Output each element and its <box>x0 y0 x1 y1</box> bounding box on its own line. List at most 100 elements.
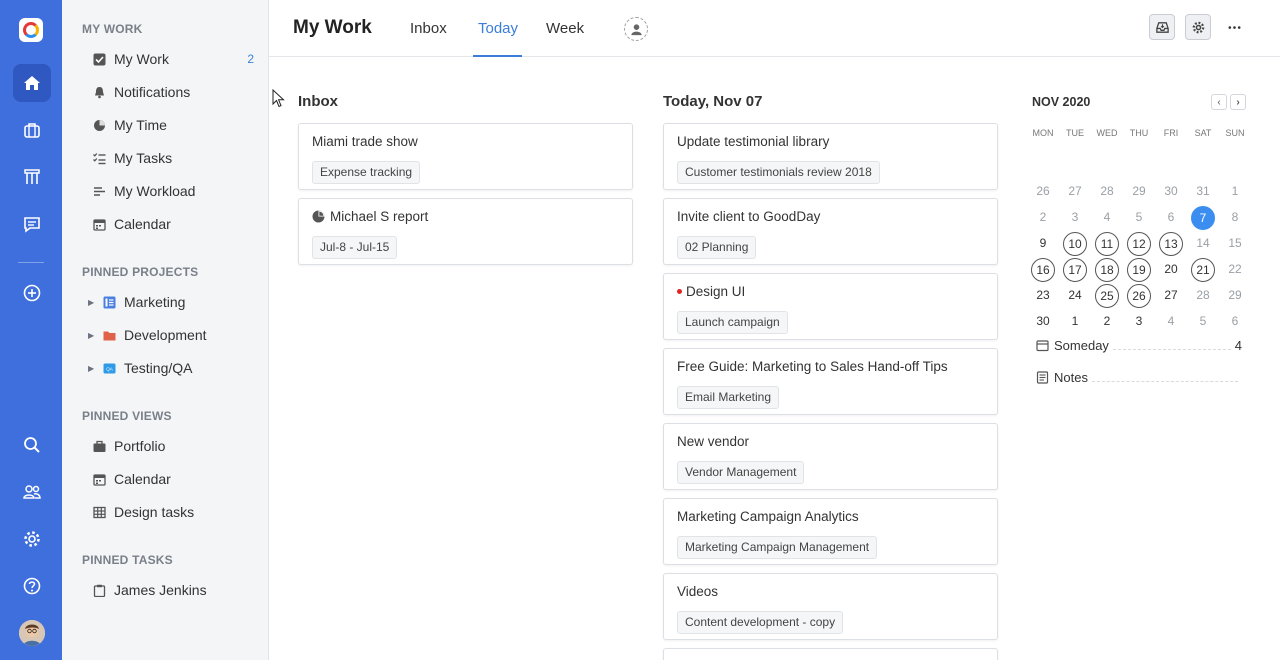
prev-month-button[interactable]: ‹ <box>1211 94 1227 110</box>
calendar-day[interactable]: 6 <box>1159 206 1183 230</box>
project-tag[interactable]: Content development - copy <box>677 611 844 634</box>
project-tag[interactable]: Customer testimonials review 2018 <box>677 161 880 184</box>
task-card[interactable]: Invite client to GoodDay 02 Planning <box>663 198 998 265</box>
sidebar-item-design-tasks[interactable]: Design tasks <box>82 499 262 525</box>
calendar-day[interactable]: 26 <box>1127 284 1151 308</box>
calendar-day[interactable]: 12 <box>1127 232 1151 256</box>
task-card[interactable]: Design UI Launch campaign <box>663 273 998 340</box>
calendar-day[interactable]: 18 <box>1095 258 1119 282</box>
someday-row[interactable]: Someday 4 <box>1036 334 1242 356</box>
calendar-day[interactable]: 21 <box>1191 258 1215 282</box>
sidebar-item-calendar-view[interactable]: Calendar <box>82 466 262 492</box>
calendar-day[interactable]: 27 <box>1159 284 1183 308</box>
app-logo[interactable] <box>19 18 43 42</box>
briefcase-icon[interactable] <box>13 111 51 149</box>
sidebar-item-portfolio[interactable]: Portfolio <box>82 433 262 459</box>
sidebar-item-testing-qa[interactable]: ▶ QA Testing/QA <box>82 355 262 381</box>
task-card[interactable]: Update testimonial library Customer test… <box>663 123 998 190</box>
sidebar-item-calendar[interactable]: Calendar <box>82 211 262 237</box>
tab-today[interactable]: Today <box>478 20 518 37</box>
calendar-day[interactable]: 26 <box>1031 180 1055 204</box>
calendar-day[interactable]: 5 <box>1127 206 1151 230</box>
sidebar-item-notifications[interactable]: Notifications <box>82 79 262 105</box>
home-icon[interactable] <box>13 64 51 102</box>
calendar-day[interactable]: 11 <box>1095 232 1119 256</box>
tab-inbox[interactable]: Inbox <box>410 20 447 37</box>
sidebar-item-development[interactable]: ▶ Development <box>82 322 262 348</box>
task-card[interactable]: Videos Content development - copy <box>663 573 998 640</box>
calendar-day[interactable]: 24 <box>1063 284 1087 308</box>
project-tag[interactable]: Expense tracking <box>312 161 421 184</box>
calendar-day[interactable]: 2 <box>1095 310 1119 334</box>
gear-icon[interactable] <box>13 520 51 558</box>
sidebar-item-my-tasks[interactable]: My Tasks <box>82 145 262 171</box>
calendar-day[interactable]: 4 <box>1095 206 1119 230</box>
calendar-day[interactable]: 10 <box>1063 232 1087 256</box>
expand-arrow-icon[interactable]: ▶ <box>88 331 98 340</box>
next-month-button[interactable]: › <box>1230 94 1246 110</box>
calendar-day[interactable]: 28 <box>1191 284 1215 308</box>
date-range-tag[interactable]: Jul-8 - Jul-15 <box>312 236 398 259</box>
plus-circle-icon[interactable] <box>13 274 51 312</box>
calendar-day[interactable]: 13 <box>1159 232 1183 256</box>
user-filter-button[interactable] <box>624 17 648 41</box>
project-tag[interactable]: Vendor Management <box>677 461 805 484</box>
sidebar-item-james-jenkins[interactable]: James Jenkins <box>82 577 262 603</box>
task-card[interactable]: Michael S report Jul-8 - Jul-15 <box>298 198 633 265</box>
calendar-day[interactable]: 31 <box>1191 180 1215 204</box>
calendar-day[interactable]: 25 <box>1095 284 1119 308</box>
sidebar-item-my-time[interactable]: My Time <box>82 112 262 138</box>
calendar-day[interactable]: 9 <box>1031 232 1055 256</box>
search-icon[interactable] <box>13 426 51 464</box>
more-options-button[interactable] <box>1221 14 1247 40</box>
calendar-day[interactable]: 2 <box>1031 206 1055 230</box>
calendar-day[interactable]: 15 <box>1223 232 1247 256</box>
notes-row[interactable]: Notes <box>1036 366 1242 388</box>
calendar-day[interactable]: 3 <box>1063 206 1087 230</box>
calendar-day[interactable]: 4 <box>1159 310 1183 334</box>
calendar-day[interactable]: 14 <box>1191 232 1215 256</box>
calendar-day[interactable]: 30 <box>1031 310 1055 334</box>
calendar-day[interactable]: 29 <box>1223 284 1247 308</box>
chat-icon[interactable] <box>13 205 51 243</box>
project-tag[interactable]: Email Marketing <box>677 386 780 409</box>
calendar-day[interactable]: 5 <box>1191 310 1215 334</box>
calendar-day[interactable]: 29 <box>1127 180 1151 204</box>
tab-week[interactable]: Week <box>546 20 584 37</box>
mouse-cursor-icon <box>272 89 285 108</box>
calendar-day[interactable]: 16 <box>1031 258 1055 282</box>
sidebar-item-my-work[interactable]: My Work 2 <box>82 46 262 72</box>
calendar-day[interactable]: 19 <box>1127 258 1151 282</box>
calendar-day[interactable]: 28 <box>1095 180 1119 204</box>
user-avatar[interactable] <box>19 620 45 646</box>
task-card[interactable]: Miami trade show Expense tracking <box>298 123 633 190</box>
calendar-day-today[interactable]: 7 <box>1191 206 1215 230</box>
calendar-day[interactable]: 8 <box>1223 206 1247 230</box>
settings-button[interactable] <box>1185 14 1211 40</box>
sidebar-item-my-workload[interactable]: My Workload <box>82 178 262 204</box>
users-icon[interactable] <box>13 473 51 511</box>
sidebar-item-marketing[interactable]: ▶ Marketing <box>82 289 262 315</box>
calendar-day[interactable]: 30 <box>1159 180 1183 204</box>
calendar-day[interactable]: 22 <box>1223 258 1247 282</box>
calendar-day[interactable]: 23 <box>1031 284 1055 308</box>
help-icon[interactable] <box>13 567 51 605</box>
ruler-icon[interactable] <box>13 158 51 196</box>
calendar-day[interactable]: 1 <box>1063 310 1087 334</box>
task-card[interactable]: Free Guide: Marketing to Sales Hand-off … <box>663 348 998 415</box>
task-card-partial[interactable] <box>663 648 998 660</box>
task-card[interactable]: New vendor Vendor Management <box>663 423 998 490</box>
expand-arrow-icon[interactable]: ▶ <box>88 298 98 307</box>
calendar-day[interactable]: 20 <box>1159 258 1183 282</box>
task-card[interactable]: Marketing Campaign Analytics Marketing C… <box>663 498 998 565</box>
inbox-tray-button[interactable] <box>1149 14 1175 40</box>
calendar-day[interactable]: 3 <box>1127 310 1151 334</box>
project-tag[interactable]: 02 Planning <box>677 236 757 259</box>
expand-arrow-icon[interactable]: ▶ <box>88 364 98 373</box>
calendar-day[interactable]: 1 <box>1223 180 1247 204</box>
calendar-day[interactable]: 17 <box>1063 258 1087 282</box>
project-tag[interactable]: Launch campaign <box>677 311 788 334</box>
calendar-day[interactable]: 6 <box>1223 310 1247 334</box>
calendar-day[interactable]: 27 <box>1063 180 1087 204</box>
project-tag[interactable]: Marketing Campaign Management <box>677 536 878 559</box>
